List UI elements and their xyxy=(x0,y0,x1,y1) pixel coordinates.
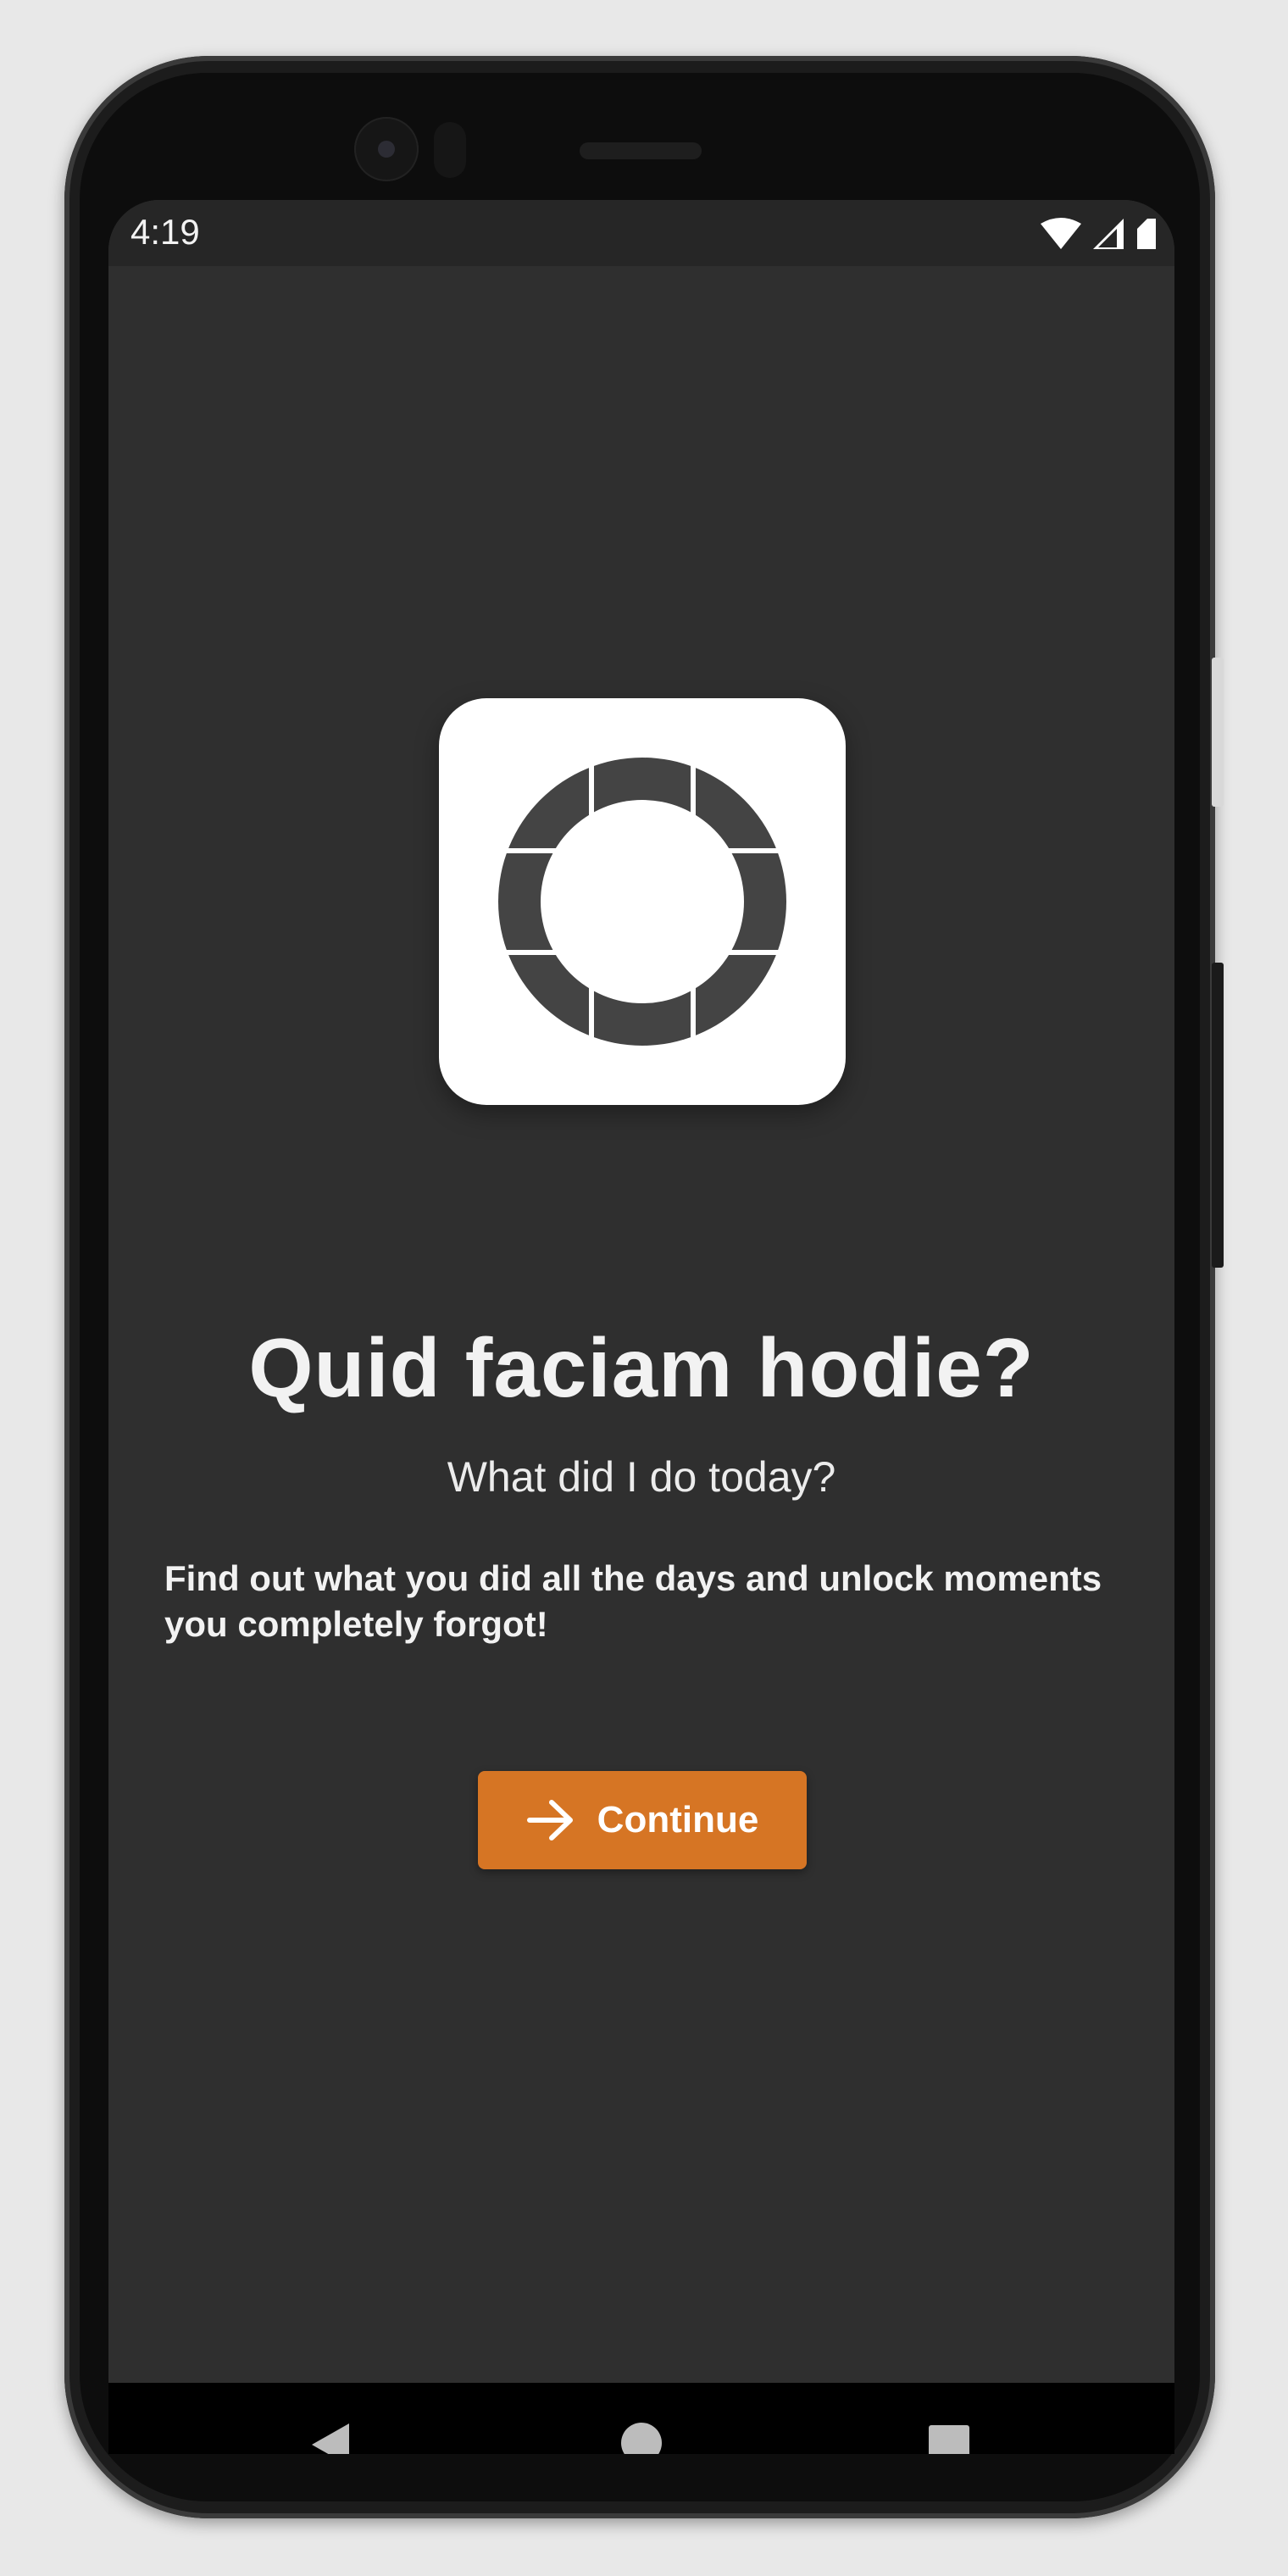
power-button xyxy=(1212,963,1224,1268)
navigation-buttons xyxy=(108,2383,1174,2454)
back-icon[interactable] xyxy=(310,2423,351,2454)
app-title: Quid faciam hodie? xyxy=(248,1321,1035,1414)
recents-icon[interactable] xyxy=(929,2425,969,2454)
wifi-icon xyxy=(1041,218,1081,249)
continue-button[interactable]: Continue xyxy=(478,1771,807,1869)
home-icon[interactable] xyxy=(620,2422,663,2454)
lifebuoy-logo-icon xyxy=(490,749,795,1054)
status-time: 4:19 xyxy=(130,212,200,252)
volume-button xyxy=(1212,658,1224,807)
screen: 4:19 Quid faciam hodie? What did I do to… xyxy=(108,200,1174,2454)
app-description: Find out what you did all the days and u… xyxy=(164,1558,1102,1644)
cellular-signal-icon xyxy=(1093,219,1124,249)
continue-label: Continue xyxy=(597,1799,759,1840)
app-logo xyxy=(439,698,846,1105)
status-bar: 4:19 xyxy=(108,200,1174,266)
status-icons xyxy=(1039,217,1159,251)
front-camera xyxy=(354,117,419,181)
battery-icon xyxy=(1137,219,1156,249)
arrow-right-icon xyxy=(526,1800,573,1840)
app-subtitle: What did I do today? xyxy=(447,1453,836,1501)
proximity-sensor xyxy=(434,122,466,178)
earpiece-speaker xyxy=(580,142,702,159)
